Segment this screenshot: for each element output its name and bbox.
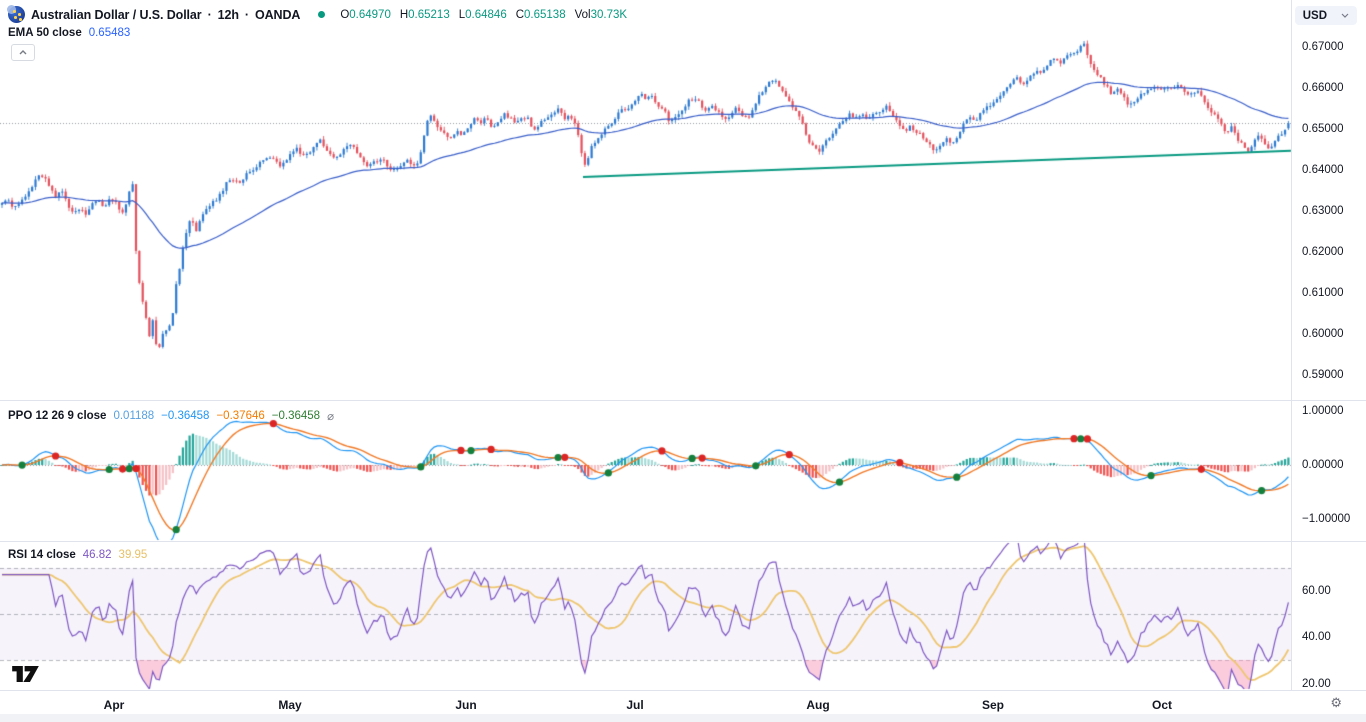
axis-tick-label: 0.61000 xyxy=(1302,287,1344,299)
time-axis-month-label: May xyxy=(278,698,301,712)
ema-label: EMA 50 close xyxy=(8,27,82,39)
ppo-value-2: −0.37646 xyxy=(216,410,264,422)
ohlc-close-value: 0.65138 xyxy=(524,9,566,21)
axis-tick-label: 20.00 xyxy=(1302,678,1331,690)
panel-separator xyxy=(0,690,1366,691)
ppo-value-1: −0.36458 xyxy=(161,410,209,422)
rsi-legend[interactable]: RSI 14 close 46.82 39.95 xyxy=(8,549,147,561)
chart-canvas[interactable] xyxy=(0,0,1366,722)
axis-tick-label: 0.62000 xyxy=(1302,246,1344,258)
axis-tick-label: 0.67000 xyxy=(1302,41,1344,53)
axis-tick-label: 1.00000 xyxy=(1302,405,1344,417)
trading-chart-window: Australian Dollar / U.S. Dollar · 12h · … xyxy=(0,0,1366,722)
symbol-legend: Australian Dollar / U.S. Dollar · 12h · … xyxy=(8,6,627,23)
axis-tick-label: 40.00 xyxy=(1302,631,1331,643)
gear-icon[interactable]: ⚙ xyxy=(1330,696,1342,709)
ema-value: 0.65483 xyxy=(89,27,131,39)
ppo-value-3: −0.36458 xyxy=(272,410,320,422)
axis-tick-label: −1.00000 xyxy=(1302,513,1350,525)
price-axis-separator[interactable] xyxy=(1291,0,1292,690)
ppo-legend[interactable]: PPO 12 26 9 close 0.01188 −0.36458 −0.3764… xyxy=(8,409,334,423)
currency-selector[interactable]: USD xyxy=(1295,6,1357,25)
title-separator: · xyxy=(245,8,249,22)
market-status-dot[interactable] xyxy=(318,11,325,18)
axis-tick-label: 0.00000 xyxy=(1302,459,1344,471)
symbol-pair-icon xyxy=(8,6,25,23)
exchange-label[interactable]: OANDA xyxy=(255,8,300,22)
ohlc-close-label: C xyxy=(516,9,524,21)
axis-tick-label: 0.66000 xyxy=(1302,82,1344,94)
rsi-value-0: 46.82 xyxy=(83,549,112,561)
rsi-label: RSI 14 close xyxy=(8,549,76,561)
axis-tick-label: 0.60000 xyxy=(1302,328,1344,340)
ohlc-volume-value: 30.73K xyxy=(591,9,627,21)
rsi-values: 46.82 39.95 xyxy=(76,549,148,561)
ohlc-open: O0.64970 xyxy=(340,9,391,21)
panel-separator[interactable] xyxy=(0,541,1366,542)
time-axis-month-label: Aug xyxy=(806,698,829,712)
ohlc-values: O0.64970 H0.65213 L0.64846 C0.65138 Vol30.73… xyxy=(331,9,627,21)
axis-tick-label: 0.63000 xyxy=(1302,205,1344,217)
ohlc-open-label: O xyxy=(340,9,349,21)
symbol-title[interactable]: Australian Dollar / U.S. Dollar xyxy=(31,8,202,22)
axis-tick-label: 0.59000 xyxy=(1302,369,1344,381)
chevron-down-icon xyxy=(1341,13,1349,18)
currency-label: USD xyxy=(1303,10,1327,22)
ohlc-close: C0.65138 xyxy=(516,9,566,21)
ppo-values: 0.01188 −0.36458 −0.37646 −0.36458 ⌀ xyxy=(106,409,334,423)
ppo-value-0: 0.01188 xyxy=(113,410,154,422)
time-axis-month-label: Jul xyxy=(626,698,643,712)
collapse-legend-button[interactable] xyxy=(11,44,35,61)
ohlc-volume-label: Vol xyxy=(575,9,591,21)
ppo-label: PPO 12 26 9 close xyxy=(8,410,106,422)
panel-separator[interactable] xyxy=(0,400,1366,401)
ohlc-high-value: 0.65213 xyxy=(408,9,450,21)
ohlc-high-label: H xyxy=(400,9,408,21)
bottom-edge-strip xyxy=(0,714,1366,722)
time-axis-month-label: Oct xyxy=(1152,698,1172,712)
ohlc-open-value: 0.64970 xyxy=(349,9,391,21)
ohlc-high: H0.65213 xyxy=(400,9,450,21)
ohlc-low: L0.64846 xyxy=(459,9,507,21)
title-separator: · xyxy=(208,8,212,22)
ema-legend[interactable]: EMA 50 close 0.65483 xyxy=(8,27,130,39)
axis-tick-label: 0.65000 xyxy=(1302,123,1344,135)
axis-tick-label: 0.64000 xyxy=(1302,164,1344,176)
ohlc-low-value: 0.64846 xyxy=(465,9,507,21)
axis-tick-label: 60.00 xyxy=(1302,585,1331,597)
time-axis-month-label: Sep xyxy=(982,698,1004,712)
ppo-value-4: ⌀ xyxy=(327,409,334,423)
time-axis-month-label: Jun xyxy=(455,698,476,712)
ohlc-volume: Vol30.73K xyxy=(575,9,627,21)
rsi-value-1: 39.95 xyxy=(119,549,148,561)
interval-label[interactable]: 12h xyxy=(218,8,239,22)
chevron-up-icon xyxy=(19,50,27,55)
time-axis-month-label: Apr xyxy=(104,698,125,712)
tradingview-logo-icon[interactable] xyxy=(12,666,39,687)
